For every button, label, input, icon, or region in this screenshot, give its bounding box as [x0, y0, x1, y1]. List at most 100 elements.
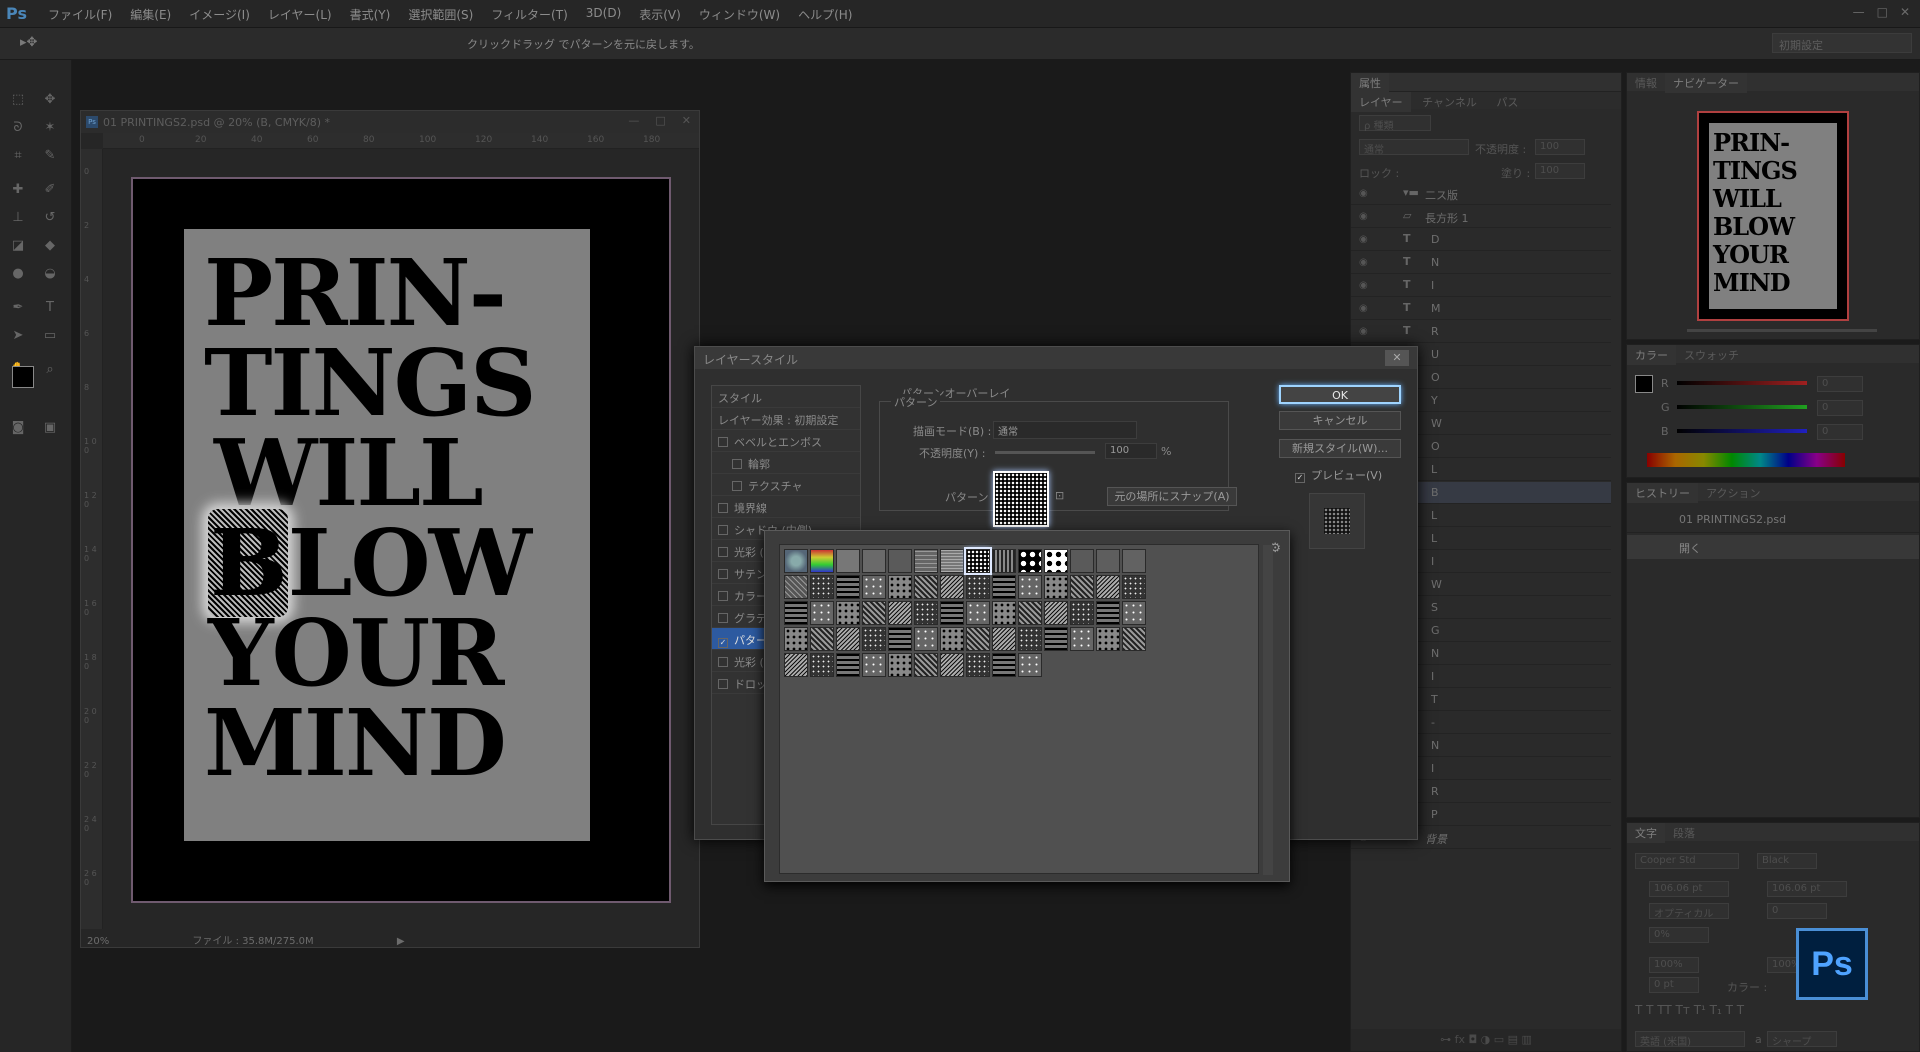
lasso-icon[interactable]: ᘐ [8, 118, 28, 138]
color-channel-value[interactable]: 0 [1817, 400, 1863, 416]
pattern-swatch[interactable] [888, 627, 912, 651]
effect-item[interactable]: 輪郭 [712, 452, 860, 474]
font-family-select[interactable]: Cooper Std [1635, 853, 1739, 869]
menu-item[interactable]: 編集(E) [130, 6, 171, 23]
eyedropper-icon[interactable]: ✎ [40, 146, 60, 166]
color-channel-value[interactable]: 0 [1817, 376, 1863, 392]
color-spectrum[interactable] [1647, 453, 1845, 467]
pattern-swatch[interactable] [914, 601, 938, 625]
pattern-swatch[interactable] [914, 653, 938, 677]
pattern-swatch[interactable] [836, 549, 860, 573]
pattern-swatch[interactable] [966, 575, 990, 599]
crop-icon[interactable]: ⌗ [8, 146, 28, 166]
menu-item[interactable]: ヘルプ(H) [798, 6, 852, 23]
pattern-swatch[interactable] [836, 627, 860, 651]
blur-icon[interactable]: ● [8, 264, 28, 284]
effect-checkbox-icon[interactable] [732, 459, 742, 469]
pattern-swatch[interactable] [1096, 549, 1120, 573]
effect-checkbox-icon[interactable] [718, 525, 728, 535]
layer-row[interactable]: ◉ ▱ 長方形 1 [1351, 206, 1611, 228]
effect-item[interactable]: ベベルとエンボス [712, 430, 860, 452]
tab-info[interactable]: 情報 [1627, 73, 1665, 93]
tab-history[interactable]: ヒストリー [1627, 483, 1698, 503]
color-fg-swatch[interactable] [1635, 375, 1653, 393]
pattern-swatch[interactable] [862, 549, 886, 573]
pattern-swatch[interactable] [1044, 601, 1068, 625]
pattern-swatch[interactable] [966, 627, 990, 651]
pattern-swatch[interactable] [914, 549, 938, 573]
rectangle-icon[interactable]: ▭ [40, 326, 60, 346]
close-icon[interactable]: ✕ [1900, 5, 1910, 19]
effect-checkbox-icon[interactable] [718, 657, 728, 667]
pattern-swatch[interactable] [992, 601, 1016, 625]
pattern-swatch[interactable] [1122, 601, 1146, 625]
ok-button[interactable]: OK [1279, 385, 1401, 404]
layer-kind-filter[interactable]: ρ 種類 [1359, 115, 1431, 132]
navigator-zoom-slider[interactable] [1687, 329, 1877, 332]
tracking-field[interactable]: 0 [1767, 903, 1827, 919]
pattern-swatch[interactable] [940, 601, 964, 625]
pattern-swatch[interactable] [1096, 601, 1120, 625]
doc-close-icon[interactable]: ✕ [682, 114, 691, 127]
menu-item[interactable]: 選択範囲(S) [408, 6, 473, 23]
pattern-swatch[interactable] [862, 627, 886, 651]
magic-wand-icon[interactable]: ✶ [40, 118, 60, 138]
pattern-swatch[interactable] [810, 627, 834, 651]
color-channel-slider[interactable] [1677, 381, 1807, 385]
pattern-swatch[interactable] [784, 575, 808, 599]
menu-item[interactable]: ファイル(F) [48, 6, 112, 23]
cancel-button[interactable]: キャンセル [1279, 411, 1401, 430]
color-channel-slider[interactable] [1677, 405, 1807, 409]
pattern-swatch[interactable] [992, 575, 1016, 599]
opacity-slider[interactable] [995, 451, 1095, 454]
canvas[interactable]: PRIN- TINGS WILL BLOW YOUR MIND [131, 177, 671, 903]
visibility-icon[interactable]: ◉ [1359, 326, 1368, 337]
type-icon[interactable]: T [40, 298, 60, 318]
pattern-swatch[interactable] [966, 653, 990, 677]
zoom-level[interactable]: 20% [87, 936, 109, 947]
language-select[interactable]: 英語 (米国) [1635, 1031, 1745, 1048]
pattern-swatch[interactable] [888, 653, 912, 677]
menu-item[interactable]: 3D(D) [586, 6, 621, 23]
pattern-swatch[interactable] [836, 601, 860, 625]
quick-mask-icon[interactable]: ◙ [8, 418, 28, 438]
history-brush-icon[interactable]: ↺ [40, 208, 60, 228]
tab-layers[interactable]: レイヤー [1351, 92, 1411, 112]
pattern-swatch[interactable] [1018, 627, 1042, 651]
text-style-icons[interactable]: T T TT Tт T¹ T₁ T T [1635, 1003, 1744, 1017]
pattern-swatch[interactable] [1122, 549, 1146, 573]
layer-blend-mode[interactable]: 通常 [1359, 139, 1469, 156]
antialias-select[interactable]: シャープ [1767, 1031, 1837, 1048]
eraser-icon[interactable]: ◪ [8, 236, 28, 256]
tab-swatches[interactable]: スウォッチ [1676, 345, 1747, 365]
workspace-preset-select[interactable]: 初期設定 [1772, 33, 1912, 53]
picker-scrollbar[interactable] [1263, 545, 1273, 875]
pattern-swatch[interactable] [940, 549, 964, 573]
new-pattern-icon[interactable]: ⊡ [1055, 489, 1064, 502]
tab-properties[interactable]: 属性 [1351, 73, 1389, 93]
pattern-swatch[interactable] [1018, 653, 1042, 677]
history-snapshot[interactable]: 01 PRINTINGS2.psd [1627, 505, 1919, 533]
tab-actions[interactable]: アクション [1698, 483, 1768, 503]
effect-checkbox-icon[interactable] [718, 679, 728, 689]
layer-row[interactable]: ◉ T M [1351, 298, 1611, 320]
pattern-swatch[interactable] [862, 653, 886, 677]
pattern-swatch[interactable] [1070, 575, 1094, 599]
pattern-swatch[interactable] [1044, 627, 1068, 651]
pattern-swatch[interactable] [966, 601, 990, 625]
tab-paragraph[interactable]: 段落 [1665, 823, 1703, 843]
pattern-swatch[interactable] [810, 575, 834, 599]
blend-mode-select[interactable]: 通常 [993, 421, 1137, 439]
pattern-swatch[interactable] [1070, 627, 1094, 651]
pattern-swatch[interactable] [914, 627, 938, 651]
pattern-swatch[interactable] [784, 601, 808, 625]
pattern-swatch[interactable] [810, 549, 834, 573]
menu-item[interactable]: レイヤー(L) [268, 6, 332, 23]
layer-row[interactable]: ◉ T N [1351, 252, 1611, 274]
effect-checkbox-icon[interactable] [732, 481, 742, 491]
visibility-icon[interactable]: ◉ [1359, 188, 1368, 199]
menu-item[interactable]: 書式(Y) [350, 6, 391, 23]
layer-row[interactable]: ◉ T I [1351, 275, 1611, 297]
visibility-icon[interactable]: ◉ [1359, 257, 1368, 268]
font-style-select[interactable]: Black [1757, 853, 1817, 869]
